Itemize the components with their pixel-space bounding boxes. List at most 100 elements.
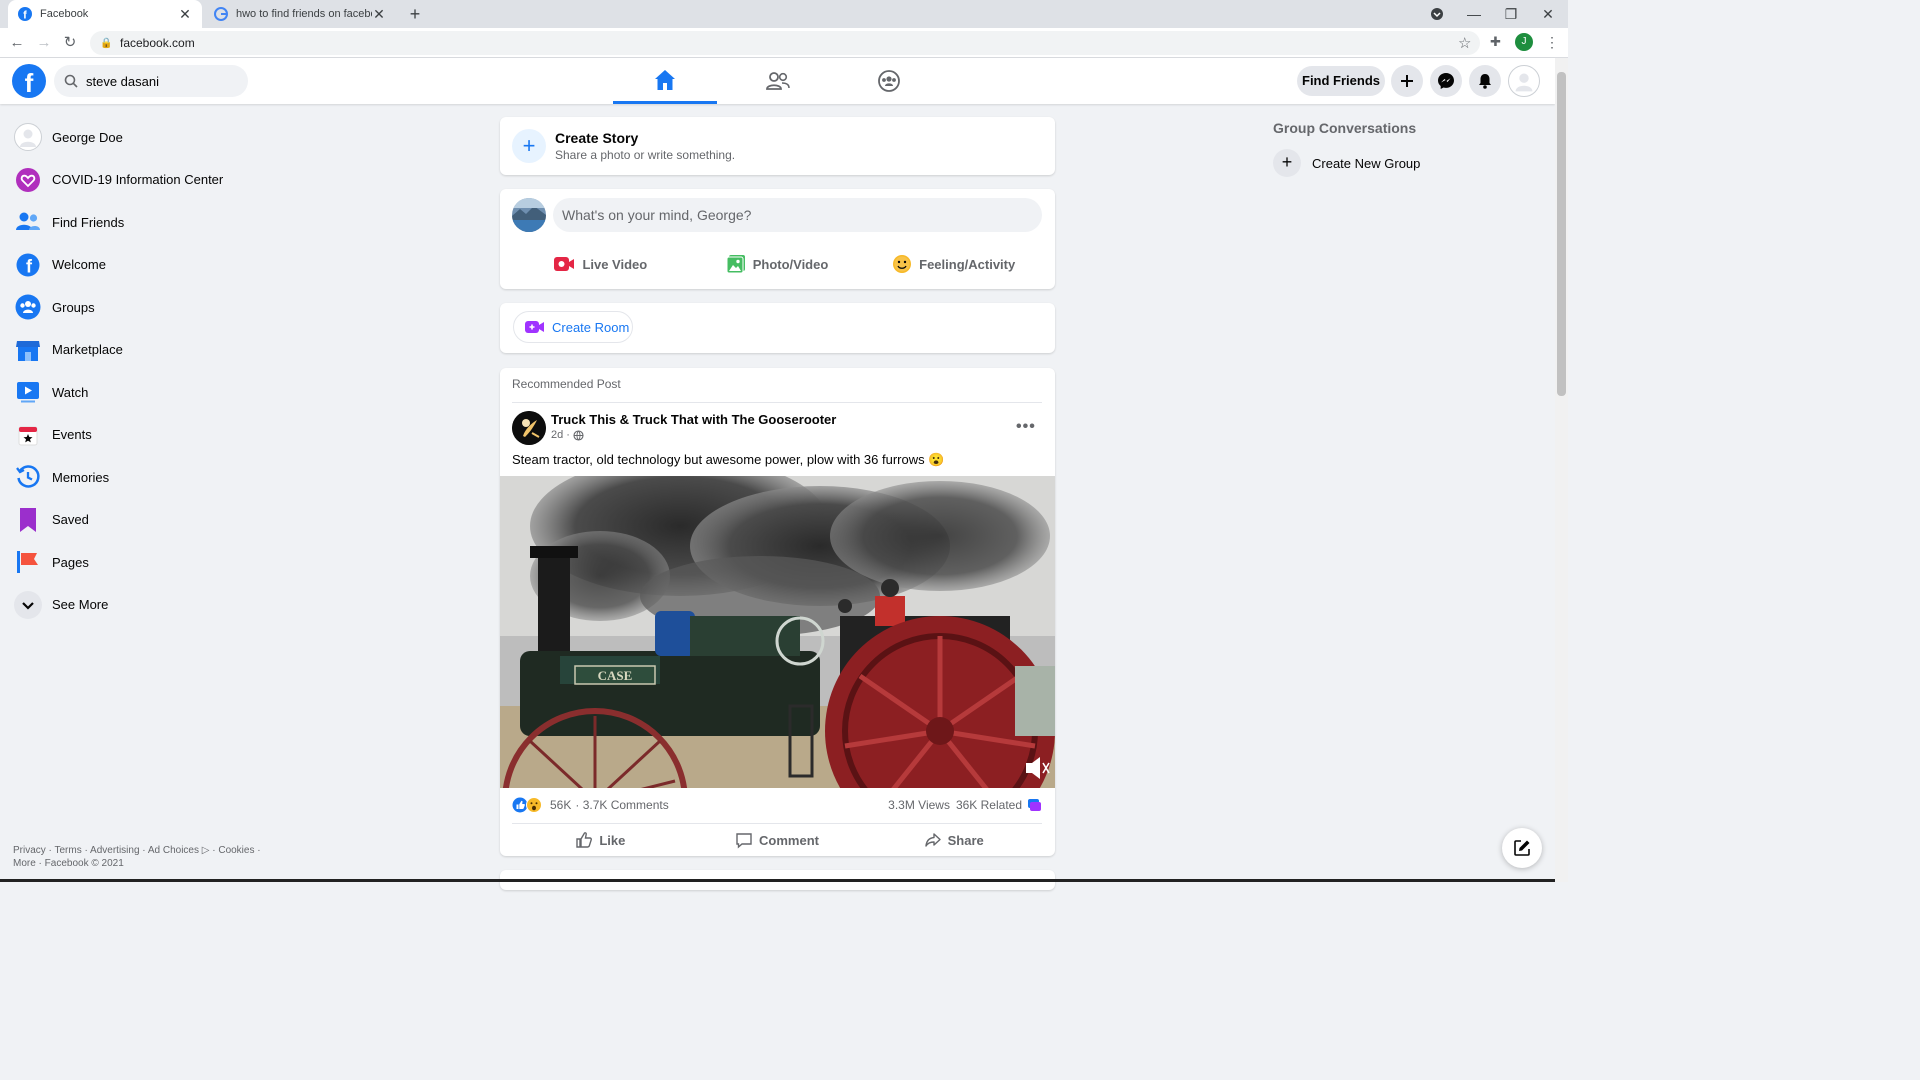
- sidebar-item-covid[interactable]: COVID-19 Information Center: [8, 159, 308, 202]
- browser-tab-google-search[interactable]: hwo to find friends on facebook ✕: [204, 0, 396, 28]
- scrollbar-thumb[interactable]: [1557, 72, 1566, 396]
- like-button[interactable]: Like: [512, 827, 689, 853]
- post-author[interactable]: Truck This & Truck That with The Goosero…: [551, 412, 836, 427]
- facebook-logo[interactable]: f: [12, 64, 46, 98]
- create-button[interactable]: [1391, 65, 1423, 97]
- browser-profile-avatar[interactable]: J: [1515, 33, 1533, 51]
- share-button[interactable]: Share: [865, 827, 1042, 853]
- bookmark-star-icon[interactable]: ☆: [1458, 34, 1471, 52]
- search-input[interactable]: [86, 73, 236, 89]
- plus-icon: +: [512, 129, 546, 163]
- whats-on-your-mind-input[interactable]: [553, 198, 1042, 232]
- sidebar-item-pages[interactable]: Pages: [8, 541, 308, 584]
- notifications-button[interactable]: [1469, 65, 1501, 97]
- sidebar-item-see-more[interactable]: See More: [8, 584, 308, 627]
- find-friends-button[interactable]: Find Friends: [1297, 66, 1385, 96]
- action-label: Comment: [759, 832, 819, 848]
- sidebar-item-groups[interactable]: Groups: [8, 286, 308, 329]
- messenger-button[interactable]: [1430, 65, 1462, 97]
- post-meta: 2d ·: [551, 429, 584, 441]
- events-icon: [14, 421, 42, 449]
- reload-icon[interactable]: ↻: [60, 33, 80, 53]
- home-icon: [655, 69, 675, 90]
- photo-video-button[interactable]: Photo/Video: [689, 249, 866, 279]
- close-tab-icon[interactable]: ✕: [372, 6, 386, 23]
- live-video-button[interactable]: Live Video: [512, 249, 689, 279]
- close-tab-icon[interactable]: ✕: [178, 6, 192, 23]
- footer-links: Privacy · Terms · Advertising · Ad Choic…: [13, 844, 293, 870]
- divider: [512, 823, 1042, 824]
- group-conversations-title: Group Conversations: [1273, 120, 1417, 136]
- create-new-group-button[interactable]: + Create New Group: [1273, 149, 1543, 177]
- create-story-card[interactable]: + Create Story Share a photo or write so…: [500, 117, 1055, 175]
- extensions-puzzle-icon[interactable]: ✚: [1490, 34, 1501, 50]
- nav-tab-groups[interactable]: [837, 58, 941, 104]
- address-bar[interactable]: 🔒 facebook.com: [90, 31, 1480, 55]
- sidebar-item-label: Memories: [52, 469, 110, 485]
- create-story-title: Create Story: [555, 130, 639, 146]
- user-avatar[interactable]: [512, 198, 546, 232]
- sidebar-item-find-friends[interactable]: Find Friends: [8, 201, 308, 244]
- minimize-window-button[interactable]: —: [1455, 0, 1493, 28]
- sidebar-item-saved[interactable]: Saved: [8, 499, 308, 542]
- left-sidebar: George Doe COVID-19 Information Center F…: [8, 116, 308, 626]
- lock-icon: 🔒: [100, 37, 113, 49]
- restore-window-button[interactable]: ❐: [1492, 0, 1530, 28]
- post-video[interactable]: CASE: [500, 476, 1055, 788]
- friends-icon: [766, 72, 790, 90]
- tab-search-icon[interactable]: [1418, 0, 1456, 28]
- post-time[interactable]: 2d ·: [551, 429, 570, 441]
- tractor-brand-label: CASE: [598, 668, 633, 683]
- footer-line[interactable]: Privacy · Terms · Advertising · Ad Choic…: [13, 844, 293, 857]
- facebook-favicon-icon: f: [18, 7, 32, 21]
- chevron-down-icon: [14, 590, 42, 619]
- browser-tab-strip: f Facebook ✕ hwo to find friends on face…: [0, 0, 1568, 28]
- action-label: Like: [599, 832, 626, 848]
- create-room-card: Create Room: [500, 303, 1055, 353]
- avatar: [14, 123, 42, 152]
- new-tab-button[interactable]: +: [405, 4, 425, 24]
- create-room-button[interactable]: Create Room: [513, 311, 633, 343]
- feeling-activity-button[interactable]: Feeling/Activity: [865, 249, 1042, 279]
- nav-tab-friends[interactable]: [726, 58, 830, 104]
- reactions-count[interactable]: 56K: [550, 798, 571, 812]
- footer-line[interactable]: More · Facebook © 2021: [13, 857, 293, 870]
- new-message-button[interactable]: [1502, 828, 1542, 868]
- account-avatar[interactable]: [1508, 65, 1540, 97]
- sidebar-item-label: Events: [52, 427, 92, 443]
- comments-count[interactable]: · 3.7K Comments: [575, 798, 668, 812]
- sidebar-item-profile[interactable]: George Doe: [8, 116, 308, 159]
- back-icon[interactable]: ←: [7, 33, 27, 53]
- thumbs-up-icon: [576, 832, 593, 848]
- page-avatar[interactable]: [512, 411, 546, 445]
- related-videos-icon[interactable]: [1026, 797, 1042, 813]
- watch-icon: [14, 378, 42, 406]
- sidebar-item-welcome[interactable]: f Welcome: [8, 244, 308, 287]
- plus-icon: [1401, 75, 1413, 87]
- bell-icon: [1479, 74, 1491, 89]
- section-label: Recommended Post: [512, 377, 621, 391]
- browser-tab-facebook[interactable]: f Facebook ✕: [8, 0, 202, 28]
- sidebar-item-marketplace[interactable]: Marketplace: [8, 329, 308, 372]
- page-scrollbar[interactable]: [1555, 58, 1568, 882]
- sidebar-item-label: Welcome: [52, 257, 106, 273]
- sidebar-item-label: COVID-19 Information Center: [52, 172, 224, 188]
- nav-tab-home[interactable]: [613, 58, 717, 104]
- close-window-button[interactable]: ✕: [1529, 0, 1567, 28]
- sidebar-item-events[interactable]: Events: [8, 414, 308, 457]
- sidebar-item-memories[interactable]: Memories: [8, 456, 308, 499]
- related-count[interactable]: 36K Related: [956, 798, 1022, 812]
- post-options-icon[interactable]: •••: [1016, 418, 1036, 436]
- views-count: 3.3M Views: [888, 798, 950, 812]
- create-room-label: Create Room: [552, 319, 630, 335]
- comment-button[interactable]: Comment: [689, 827, 866, 853]
- reactions-icon[interactable]: [512, 797, 544, 813]
- memories-icon: [14, 463, 42, 491]
- avatar-placeholder-icon: [1509, 66, 1539, 96]
- compose-icon: [1514, 840, 1530, 856]
- search-box[interactable]: [54, 65, 248, 97]
- browser-menu-icon[interactable]: ⋮: [1545, 34, 1559, 51]
- sidebar-item-watch[interactable]: Watch: [8, 371, 308, 414]
- forward-icon[interactable]: →: [34, 33, 54, 53]
- photo-icon: [726, 255, 745, 274]
